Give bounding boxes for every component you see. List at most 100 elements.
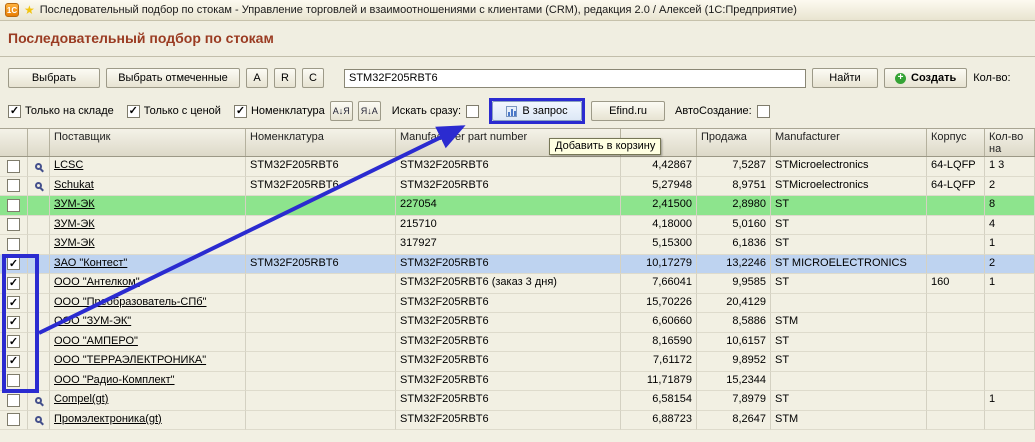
supplier-link[interactable]: ООО "ЗУМ-ЭК" (54, 315, 131, 327)
supplier-cell: Compel(gt) (50, 391, 246, 411)
mpn-cell: STM32F205RBT6 (396, 294, 621, 314)
table-row[interactable]: ЗАО "Контест"STM32F205RBT6STM32F205RBT61… (0, 255, 1035, 275)
package-cell (927, 333, 985, 353)
autocreate-checkbox[interactable] (757, 105, 770, 118)
manufacturer-cell: STMicroelectronics (771, 157, 927, 177)
nomenclature-checkbox[interactable] (234, 105, 247, 118)
row-icon-cell (28, 196, 50, 216)
only-stock-label: Только на складе (25, 105, 114, 117)
external-search-icon (35, 416, 42, 423)
sale-price-cell: 15,2344 (697, 372, 771, 392)
table-row[interactable]: ООО "ЗУМ-ЭК"STM32F205RBT66,606608,5886ST… (0, 313, 1035, 333)
create-button[interactable]: + Создать (884, 68, 967, 88)
row-checkbox[interactable] (7, 413, 20, 426)
row-checkbox[interactable] (7, 335, 20, 348)
sort-descending-button[interactable]: Я↓А (358, 101, 381, 121)
mpn-cell: STM32F205RBT6 (396, 372, 621, 392)
column-header[interactable]: Manufacturer (771, 129, 927, 156)
row-checkbox[interactable] (7, 238, 20, 251)
sale-price-cell: 7,8979 (697, 391, 771, 411)
row-checkbox[interactable] (7, 160, 20, 173)
column-header[interactable]: Кол-во на складе (985, 129, 1035, 156)
nomenclature-cell (246, 313, 396, 333)
package-cell (927, 411, 985, 431)
supplier-cell: ООО "ЗУМ-ЭК" (50, 313, 246, 333)
tooltip: Добавить в корзину (549, 138, 661, 155)
search-now-checkbox[interactable] (466, 105, 479, 118)
table-row[interactable]: LCSCSTM32F205RBT6STM32F205RBT64,428677,5… (0, 157, 1035, 177)
row-checkbox[interactable] (7, 316, 20, 329)
only-price-checkbox[interactable] (127, 105, 140, 118)
price-cell: 15,70226 (621, 294, 697, 314)
supplier-cell: Промэлектроника(gt) (50, 411, 246, 431)
supplier-link[interactable]: Schukat (54, 179, 94, 191)
supplier-link[interactable]: ЗУМ-ЭК (54, 218, 95, 230)
table-row[interactable]: Промэлектроника(gt)STM32F205RBT66,887238… (0, 411, 1035, 431)
table-row[interactable]: ЗУМ-ЭК2270542,415002,8980ST8 (0, 196, 1035, 216)
row-icon-cell (28, 333, 50, 353)
column-header[interactable]: Продажа (697, 129, 771, 156)
table-row[interactable]: ООО "Антелком"STM32F205RBT6 (заказ 3 дня… (0, 274, 1035, 294)
row-checkbox[interactable] (7, 218, 20, 231)
supplier-link[interactable]: LCSC (54, 159, 83, 171)
price-cell: 6,60660 (621, 313, 697, 333)
row-checkbox[interactable] (7, 374, 20, 387)
row-checkbox[interactable] (7, 355, 20, 368)
row-icon-cell (28, 411, 50, 431)
sort-ascending-button[interactable]: А↓Я (330, 101, 353, 121)
row-checkbox[interactable] (7, 179, 20, 192)
table-row[interactable]: ЗУМ-ЭК2157104,180005,0160ST4 (0, 216, 1035, 236)
row-checkbox[interactable] (7, 277, 20, 290)
column-header[interactable]: Корпус (927, 129, 985, 156)
select-button[interactable]: Выбрать (8, 68, 100, 88)
supplier-link[interactable]: ООО "Радио-Комплект" (54, 374, 175, 386)
supplier-link[interactable]: ООО "ТЕРРАЭЛЕКТРОНИКА" (54, 354, 206, 366)
favorites-star-icon[interactable]: ★ (24, 4, 35, 16)
table-row[interactable]: ЗУМ-ЭК3179275,153006,1836ST1 (0, 235, 1035, 255)
manufacturer-cell: STM (771, 411, 927, 431)
row-checkbox[interactable] (7, 296, 20, 309)
column-header[interactable]: Номенклатура (246, 129, 396, 156)
select-marked-button[interactable]: Выбрать отмеченные (106, 68, 240, 88)
nomenclature-cell: STM32F205RBT6 (246, 157, 396, 177)
supplier-link[interactable]: ООО "АМПЕРО" (54, 335, 138, 347)
supplier-link[interactable]: ООО "Антелком" (54, 276, 140, 288)
supplier-link[interactable]: ООО "Преобразователь-СПб" (54, 296, 206, 308)
table-row[interactable]: Compel(gt)STM32F205RBT66,581547,8979ST1 (0, 391, 1035, 411)
row-checkbox[interactable] (7, 257, 20, 270)
nomenclature-cell (246, 372, 396, 392)
filter-c-button[interactable]: C (302, 68, 324, 88)
find-button[interactable]: Найти (812, 68, 878, 88)
table-row[interactable]: SchukatSTM32F205RBT6STM32F205RBT65,27948… (0, 177, 1035, 197)
table-row[interactable]: ООО "Преобразователь-СПб" STM32F205RBT615… (0, 294, 1035, 314)
row-icon-cell (28, 372, 50, 392)
package-cell (927, 294, 985, 314)
row-icon-cell (28, 255, 50, 275)
table-row[interactable]: ООО "Радио-Комплект"STM32F205RBT611,7187… (0, 372, 1035, 392)
efind-button[interactable]: Efind.ru (591, 101, 665, 121)
supplier-link[interactable]: ЗАО "Контест" (54, 257, 127, 269)
supplier-link[interactable]: ЗУМ-ЭК (54, 237, 95, 249)
column-header[interactable]: Поставщик (50, 129, 246, 156)
external-search-icon (35, 163, 42, 170)
to-query-button[interactable]: В запрос (492, 101, 582, 121)
row-checkbox[interactable] (7, 199, 20, 212)
supplier-cell: ООО "АМПЕРО" (50, 333, 246, 353)
row-checkbox[interactable] (7, 394, 20, 407)
table-row[interactable]: ООО "АМПЕРО"STM32F205RBT68,1659010,6157S… (0, 333, 1035, 353)
sale-price-cell: 9,9585 (697, 274, 771, 294)
search-input[interactable] (344, 69, 806, 88)
annotation-box-query-button: В запрос (489, 98, 585, 124)
external-search-icon (35, 397, 42, 404)
row-icon-cell (28, 294, 50, 314)
supplier-link[interactable]: Промэлектроника(gt) (54, 413, 162, 425)
supplier-link[interactable]: ЗУМ-ЭК (54, 198, 95, 210)
only-stock-checkbox[interactable] (8, 105, 21, 118)
row-icon-cell (28, 177, 50, 197)
filter-r-button[interactable]: R (274, 68, 296, 88)
filter-a-button[interactable]: A (246, 68, 268, 88)
row-checkbox-cell (0, 294, 28, 314)
table-header-row: ПоставщикНоменклатураManufacturer part n… (0, 128, 1035, 157)
table-row[interactable]: ООО "ТЕРРАЭЛЕКТРОНИКА"STM32F205RBT67,611… (0, 352, 1035, 372)
supplier-link[interactable]: Compel(gt) (54, 393, 108, 405)
